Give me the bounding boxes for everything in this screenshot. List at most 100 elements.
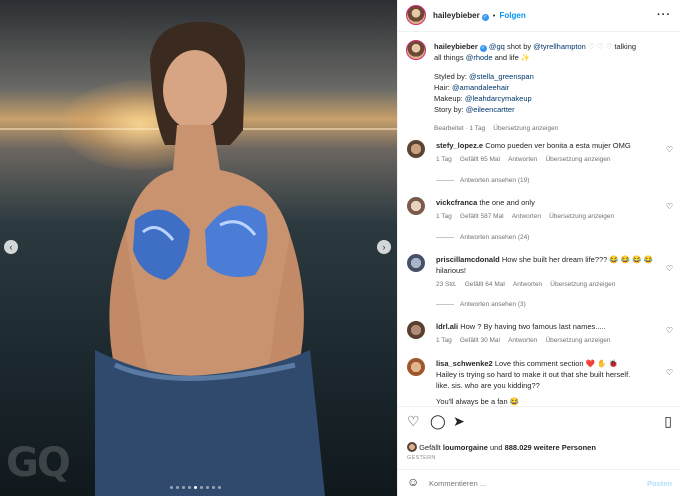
- view-replies[interactable]: Antworten ansehen (24): [436, 232, 529, 241]
- reply-button[interactable]: Antworten: [508, 337, 537, 344]
- post-header: haileybieber ✓ • Folgen ···: [398, 0, 680, 32]
- verified-icon: ✓: [481, 14, 489, 21]
- follow-button[interactable]: Folgen: [500, 11, 526, 20]
- commenter-username[interactable]: stefy_lopez.e: [436, 141, 483, 150]
- carousel-dot: [206, 486, 209, 489]
- mention-makeup[interactable]: @leahdarcymakeup: [465, 94, 532, 103]
- mention-stylist[interactable]: @stella_greenspan: [469, 72, 534, 81]
- comment-text-line2: hilarious!: [436, 266, 467, 275]
- author-username[interactable]: haileybieber: [433, 11, 480, 20]
- carousel-dot: [188, 486, 191, 489]
- translate-link[interactable]: Übersetzung anzeigen: [550, 281, 615, 288]
- liked-by-count[interactable]: 888.029 weitere Personen: [505, 443, 596, 452]
- heart-icon[interactable]: ♡: [666, 264, 673, 273]
- comment-text: How ? By having two famous last names...…: [460, 322, 606, 331]
- comment-meta: 1 Tag Gefällt 30 Mal Antworten Übersetzu…: [436, 335, 611, 344]
- comment-likes[interactable]: Gefällt 65 Mal: [460, 156, 500, 163]
- mention-gq[interactable]: @gq: [489, 42, 505, 51]
- hearts-emoji: ♡ ♡ ♡: [587, 42, 613, 51]
- carousel-dots: [170, 486, 221, 489]
- comment-time: 23 Std.: [436, 281, 457, 288]
- carousel-dot: [182, 486, 185, 489]
- carousel-dot: [176, 486, 179, 489]
- comment-time: 1 Tag: [436, 337, 452, 344]
- commenter-avatar[interactable]: [407, 321, 425, 339]
- author-avatar[interactable]: [406, 5, 426, 25]
- like-heart-icon[interactable]: ♡: [407, 413, 420, 430]
- caption-edited: Bearbeitet · 1 Tag: [434, 125, 486, 132]
- comments-scroll[interactable]: haileybieber ✓ @gq shot by @tyrellhampton…: [398, 33, 680, 406]
- commenter-username[interactable]: ldrl.ali: [436, 322, 458, 331]
- hair-label: Hair:: [434, 83, 450, 92]
- mention-hair[interactable]: @amandaleehair: [452, 83, 509, 92]
- liked-by-conj: und: [489, 443, 503, 452]
- comment-time: 1 Tag: [436, 156, 452, 163]
- commenter-username[interactable]: vickcfranca: [436, 198, 477, 207]
- liker-avatar: [407, 442, 417, 452]
- comment-input[interactable]: [429, 477, 634, 490]
- commenter-avatar[interactable]: [407, 197, 425, 215]
- post-actions: ♡ ◯ ➤ ▯ Gefällt loumorgaine und 888.029 …: [398, 406, 680, 469]
- share-send-icon[interactable]: ➤: [453, 413, 465, 430]
- caption-meta: Bearbeitet · 1 Tag Übersetzung anzeigen: [434, 123, 558, 132]
- caption-username[interactable]: haileybieber: [434, 42, 478, 51]
- prev-slide-button[interactable]: ‹: [4, 240, 18, 254]
- comment-text-line4: You'll always be a fan 😂: [436, 397, 520, 406]
- translate-link[interactable]: Übersetzung anzeigen: [545, 156, 610, 163]
- caption-translate-link[interactable]: Übersetzung anzeigen: [493, 125, 558, 132]
- caption-line2-suffix: and life ✨: [494, 53, 531, 62]
- carousel-dot: [212, 486, 215, 489]
- heart-icon[interactable]: ♡: [666, 145, 673, 154]
- commenter-avatar[interactable]: [407, 140, 425, 158]
- reply-button[interactable]: Antworten: [512, 213, 541, 220]
- mention-story[interactable]: @eileencartter: [466, 105, 515, 114]
- carousel-dot: [170, 486, 173, 489]
- heart-icon[interactable]: ♡: [666, 368, 673, 377]
- next-slide-button[interactable]: ›: [377, 240, 391, 254]
- view-replies-label[interactable]: Antworten ansehen (24): [460, 234, 529, 241]
- translate-link[interactable]: Übersetzung anzeigen: [545, 337, 610, 344]
- carousel-dot: [218, 486, 221, 489]
- carousel-dot-active: [194, 486, 197, 489]
- caption-avatar[interactable]: [406, 40, 426, 60]
- heart-icon[interactable]: ♡: [666, 202, 673, 211]
- story-label: Story by:: [434, 105, 464, 114]
- view-replies[interactable]: Antworten ansehen (3): [436, 299, 526, 308]
- view-replies[interactable]: Antworten ansehen (19): [436, 175, 529, 184]
- comment-likes[interactable]: Gefällt 64 Mal: [465, 281, 505, 288]
- commenter-username[interactable]: priscillamcdonald: [436, 255, 500, 264]
- commenter-avatar[interactable]: [407, 358, 425, 376]
- more-icon[interactable]: ···: [657, 9, 671, 21]
- mention-photographer[interactable]: @tyrellhampton: [533, 42, 586, 51]
- translate-link[interactable]: Übersetzung anzeigen: [549, 213, 614, 220]
- view-replies-label[interactable]: Antworten ansehen (3): [460, 301, 526, 308]
- heart-icon[interactable]: ♡: [666, 326, 673, 335]
- comment-text: Como pueden ver bonita a esta mujer OMG: [485, 141, 631, 150]
- comment-likes[interactable]: Gefällt 30 Mal: [460, 337, 500, 344]
- post-sidebar: haileybieber ✓ • Folgen ··· haileybieber ✓…: [397, 0, 680, 496]
- caption-talking: talking: [614, 42, 637, 51]
- view-replies-label[interactable]: Antworten ansehen (19): [460, 177, 529, 184]
- comment-text: the one and only: [479, 198, 535, 207]
- comment-text-line2: Hailey is trying so hard to make it out …: [436, 370, 631, 379]
- post-photo[interactable]: ‹ › GQ: [0, 0, 397, 496]
- post-comment-button[interactable]: Posten: [647, 479, 672, 488]
- comment-icon[interactable]: ◯: [430, 413, 446, 430]
- mention-rhode[interactable]: @rhode: [466, 53, 493, 62]
- post-date: GESTERN: [407, 455, 436, 461]
- model-figure: [95, 21, 325, 496]
- commenter-username[interactable]: lisa_schwenke2: [436, 359, 493, 368]
- reply-button[interactable]: Antworten: [508, 156, 537, 163]
- carousel-dot: [200, 486, 203, 489]
- emoji-icon[interactable]: ☺: [407, 475, 419, 489]
- liked-by-user[interactable]: loumorgaine: [443, 443, 488, 452]
- comment-composer: ☺ Posten: [398, 469, 680, 496]
- commenter-avatar[interactable]: [407, 254, 425, 272]
- bookmark-icon[interactable]: ▯: [664, 413, 672, 430]
- styled-label: Styled by:: [434, 72, 467, 81]
- comment-text-line3: like. sis. who are you kidding??: [436, 381, 540, 390]
- reply-button[interactable]: Antworten: [513, 281, 542, 288]
- makeup-label: Makeup:: [434, 94, 463, 103]
- author-line: haileybieber ✓ • Folgen: [433, 11, 526, 21]
- comment-likes[interactable]: Gefällt 587 Mal: [460, 213, 504, 220]
